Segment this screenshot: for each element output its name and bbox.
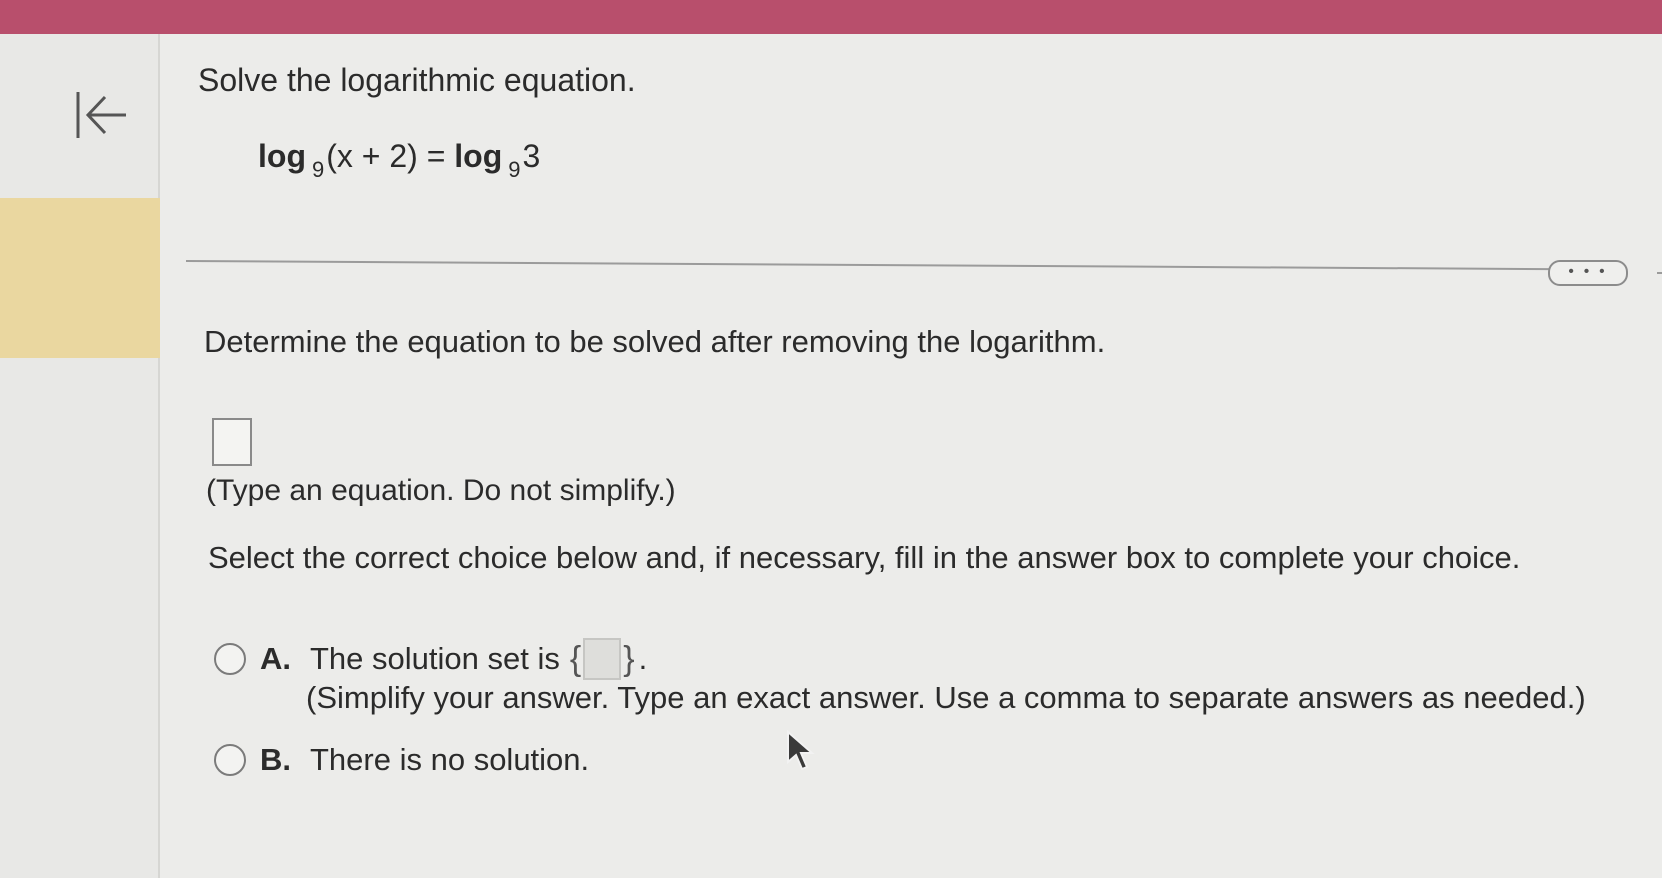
equation-argument-right: 3 [522, 138, 541, 174]
problem-title: Solve the logarithmic equation. [198, 62, 636, 98]
solution-set-input[interactable] [583, 638, 622, 680]
step1-instruction: Determine the equation to be solved afte… [204, 324, 1106, 359]
collapse-left-icon[interactable] [74, 88, 138, 144]
choice-a-letter: A. [260, 641, 291, 676]
equation-base-right: 9 [508, 157, 521, 182]
choice-b-text: There is no solution. [310, 742, 590, 777]
choice-a[interactable]: A. The solution set is { } . [214, 638, 647, 680]
equation-base-left: 9 [311, 157, 325, 182]
solution-set-close-brace: } [623, 639, 635, 678]
more-options-button[interactable]: • • • [1548, 260, 1628, 286]
solution-set-open-brace: { [569, 639, 582, 678]
choice-a-radio[interactable] [214, 643, 246, 675]
section-divider-end [1657, 272, 1662, 274]
equation-input-hint: (Type an equation. Do not simplify.) [206, 474, 676, 507]
equation-log-left: log [258, 138, 306, 174]
top-header-bar [0, 0, 1662, 34]
equation-argument-left: (x + 2) = [326, 138, 455, 174]
left-navigation-rail [0, 34, 160, 878]
problem-equation: log 9(x + 2) = log 93 [258, 138, 540, 183]
section-divider [185, 260, 1574, 271]
choice-prompt: Select the correct choice below and, if … [208, 540, 1521, 575]
equation-log-right: log [454, 138, 503, 174]
collapse-left-icon-graphic [76, 92, 126, 138]
equation-answer-input[interactable] [212, 418, 252, 466]
choice-b[interactable]: B. There is no solution. [214, 742, 589, 778]
choice-a-period: . [638, 641, 648, 676]
current-question-highlight [0, 198, 160, 358]
question-content: Solve the logarithmic equation. log 9(x +… [160, 34, 1662, 878]
choice-a-hint: (Simplify your answer. Type an exact ans… [306, 680, 1586, 715]
mouse-pointer-icon [786, 729, 816, 772]
choice-a-text: The solution set is [310, 641, 560, 676]
mouse-pointer-graphic [787, 729, 815, 771]
choice-b-letter: B. [260, 742, 291, 777]
choice-b-radio[interactable] [214, 744, 246, 776]
